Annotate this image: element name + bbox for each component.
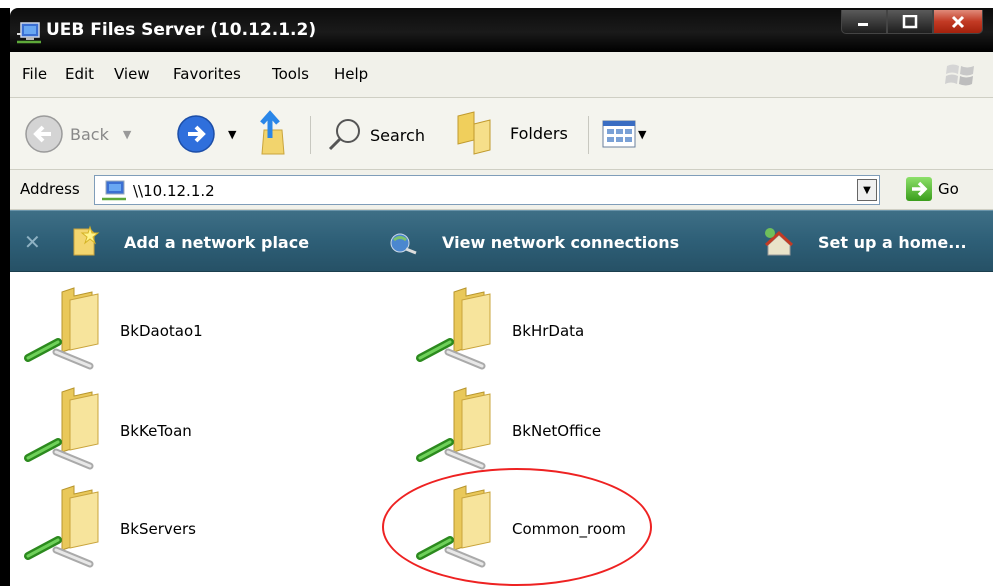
menu-file[interactable]: File: [22, 65, 47, 83]
share-name: BkDaotao1: [120, 322, 203, 340]
title-bar[interactable]: UEB Files Server (10.12.1.2): [10, 8, 993, 52]
back-arrow-icon: [25, 115, 63, 153]
menu-help[interactable]: Help: [334, 65, 368, 83]
forward-dropdown-icon[interactable]: ▼: [228, 128, 236, 141]
menu-tools[interactable]: Tools: [272, 65, 309, 83]
share-name: BkHrData: [512, 322, 585, 340]
toolbar-separator: [310, 116, 311, 154]
go-arrow-icon: [912, 181, 928, 197]
address-input[interactable]: \\10.12.1.2 ▼: [94, 175, 880, 205]
share-name: BkKeToan: [120, 422, 192, 440]
up-folder-icon: [260, 110, 285, 155]
folders-button[interactable]: Folders: [456, 110, 568, 156]
address-label: Address: [20, 180, 80, 198]
views-button[interactable]: ▼: [602, 120, 646, 148]
close-button[interactable]: [933, 10, 983, 34]
views-icon: [602, 120, 636, 148]
shared-folder-icon: [24, 485, 99, 568]
close-icon: [951, 15, 965, 28]
views-dropdown-icon[interactable]: ▼: [638, 128, 646, 141]
network-computer-icon: [16, 22, 42, 48]
address-dropdown-button[interactable]: ▼: [857, 179, 877, 201]
search-button[interactable]: Search: [326, 116, 425, 154]
back-dropdown-icon[interactable]: ▼: [123, 128, 131, 141]
chevron-down-icon: ▼: [863, 184, 871, 196]
forward-arrow-icon: [177, 115, 215, 153]
network-share-item[interactable]: BkHrData: [414, 286, 744, 370]
maximize-button[interactable]: [887, 10, 933, 34]
cropped-background-strip: [0, 0, 993, 8]
toolbar: Back ▼ ▼ Search Folders ▼: [10, 98, 993, 170]
folders-label: Folders: [510, 123, 568, 143]
share-name: BkNetOffice: [512, 422, 602, 440]
back-button[interactable]: Back ▼: [24, 114, 131, 154]
menu-favorites[interactable]: Favorites: [173, 65, 241, 83]
address-value: \\10.12.1.2: [133, 182, 215, 200]
menu-bar: File Edit View Favorites Tools Help: [10, 52, 993, 98]
shared-folder-icon: [24, 287, 99, 370]
task-view-network-connections[interactable]: View network connections: [386, 211, 679, 273]
network-share-item[interactable]: BkNetOffice: [414, 386, 744, 470]
task-add-network-place[interactable]: Add a network place: [68, 211, 309, 273]
minimize-icon: [858, 22, 868, 26]
task-set-up-home-network[interactable]: Set up a home...: [762, 211, 967, 273]
address-bar: Address \\10.12.1.2 ▼ Go: [10, 170, 993, 210]
maximize-icon: [902, 14, 918, 28]
toolbar-separator: [588, 116, 589, 154]
go-arrow-button[interactable]: [906, 177, 932, 201]
shared-folder-icon: [416, 387, 491, 470]
minimize-button[interactable]: [841, 10, 887, 34]
network-share-item[interactable]: BkServers: [22, 484, 352, 568]
up-folder-button[interactable]: [250, 108, 296, 158]
task-label: Add a network place: [124, 232, 310, 252]
search-icon: [328, 119, 360, 151]
task-label: Set up a home...: [818, 232, 967, 252]
file-view: BkDaotao1 BkHrData BkKeToan BkNetOffice …: [10, 272, 993, 586]
shared-folder-icon: [24, 387, 99, 470]
task-label: View network connections: [442, 232, 680, 252]
add-network-place-icon: [73, 225, 100, 256]
close-tasks-icon[interactable]: ✕: [24, 230, 41, 254]
back-label: Back: [70, 124, 109, 144]
menu-view[interactable]: View: [114, 65, 150, 83]
network-tasks-bar: ✕ Add a network place View network conne…: [10, 210, 993, 272]
network-computer-icon: [102, 180, 126, 201]
red-highlight-ellipse: [382, 468, 652, 586]
shared-folder-icon: [416, 287, 491, 370]
window-controls: [841, 10, 983, 34]
folders-icon: [457, 111, 491, 155]
network-connections-icon: [390, 233, 417, 255]
network-share-item[interactable]: BkKeToan: [22, 386, 352, 470]
menu-edit[interactable]: Edit: [65, 65, 94, 83]
forward-button[interactable]: ▼: [176, 114, 236, 154]
network-share-item[interactable]: BkDaotao1: [22, 286, 352, 370]
home-network-icon: [764, 228, 794, 256]
window-frame-left: [0, 0, 10, 586]
window-title: UEB Files Server (10.12.1.2): [46, 20, 317, 40]
go-button[interactable]: Go: [938, 180, 959, 198]
search-label: Search: [370, 125, 425, 145]
share-name: BkServers: [120, 520, 196, 538]
windows-logo-icon: [945, 64, 974, 86]
